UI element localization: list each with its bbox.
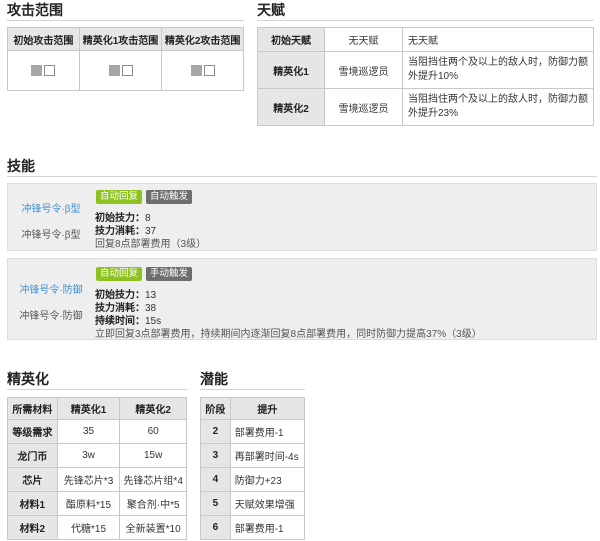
elite-cell: 35	[56, 419, 121, 444]
talent-name-elite1: 雪境巡逻员	[324, 51, 403, 89]
skill-1-description: 回复8点部署费用（3级）	[95, 239, 207, 250]
potential-stage: 4	[200, 467, 231, 492]
range-header-elite1: 精英化1攻击范围	[78, 27, 163, 51]
talent-desc-elite1: 当阻挡住两个及以上的敌人时，防御力额 外提升10%	[402, 51, 594, 89]
range-grid-initial	[7, 50, 80, 91]
elite-row-label: 材料2	[7, 515, 58, 540]
talent-label-elite1: 精英化1	[257, 51, 325, 89]
elite-cell: 60	[119, 419, 187, 444]
potential-stage: 3	[200, 443, 231, 468]
range-cell-self	[190, 64, 202, 76]
attack-range-divider	[7, 20, 244, 21]
skills-divider	[7, 176, 597, 177]
potential-bonus: 天赋效果增强	[229, 491, 306, 516]
elite-cell: 先锋芯片组*4	[119, 467, 187, 492]
potential-table: 阶段 提升 2 部署费用-1 3 再部署时间-4s 4 防御力+23 5 天赋效…	[200, 397, 306, 540]
talent-divider	[257, 20, 594, 21]
skill-2-description: 立即回复3点部署费用，持续期间内逐渐回复8点部署费用，同时防御力提高37%（3级…	[95, 329, 482, 340]
elite-cell: 聚合剂·中*5	[119, 491, 187, 516]
range-grid-elite2	[161, 50, 244, 91]
range-cell-attack	[44, 64, 56, 76]
skill-card-1: 冲锋号令·β型 冲锋号令·β型 自动回复 自动触发 初始技力：8 技力消耗：37…	[7, 183, 597, 251]
skill-1-recovery-badge: 自动回复	[96, 190, 143, 204]
elite-header-materials: 所需材料	[7, 397, 58, 420]
range-grid-elite1	[78, 50, 163, 91]
potential-bonus: 部署费用-1	[229, 419, 306, 444]
elite-cell: 先锋芯片*3	[56, 467, 121, 492]
talent-table: 初始天赋 无天赋 无天赋 精英化1 雪境巡逻员 当阻挡住两个及以上的敌人时，防御…	[257, 27, 594, 126]
talent-name-initial: 无天赋	[324, 27, 403, 52]
talent-name-elite2: 雪境巡逻员	[324, 88, 403, 126]
potential-stage: 5	[200, 491, 231, 516]
elite-header-elite1: 精英化1	[56, 397, 121, 420]
skill-2-link[interactable]: 冲锋号令·防御	[8, 281, 94, 296]
skill-1-link[interactable]: 冲锋号令·β型	[8, 200, 94, 215]
skills-title: 技能	[7, 158, 35, 174]
elite-row-label: 芯片	[7, 467, 58, 492]
attack-range-title: 攻击范围	[7, 2, 63, 18]
potential-bonus: 防御力+23	[229, 467, 306, 492]
elite-row-label: 等级需求	[7, 419, 58, 444]
range-header-elite2: 精英化2攻击范围	[161, 27, 244, 51]
talent-desc-elite2: 当阻挡住两个及以上的敌人时，防御力额 外提升23%	[402, 88, 594, 126]
skill-2-name: 冲锋号令·防御	[19, 311, 83, 322]
potential-header-stage: 阶段	[200, 397, 231, 420]
elite-title: 精英化	[7, 371, 49, 387]
skill-card-2: 冲锋号令·防御 冲锋号令·防御 自动回复 手动触发 初始技力：13 技力消耗：3…	[7, 258, 597, 340]
potential-bonus: 再部署时间-4s	[229, 443, 306, 468]
talent-label-elite2: 精英化2	[257, 88, 325, 126]
potential-stage: 2	[200, 419, 231, 444]
elite-row-label: 材料1	[7, 491, 58, 516]
potential-divider	[200, 389, 305, 390]
elite-cell: 代糖*15	[56, 515, 121, 540]
elite-cell: 15w	[119, 443, 187, 468]
range-cell-self	[31, 64, 43, 76]
skill-2-trigger-badge: 手动触发	[146, 267, 193, 281]
talent-title: 天赋	[257, 2, 285, 18]
elite-table: 所需材料 精英化1 精英化2 等级需求 35 60 龙门币 3w 15w 芯片 …	[7, 397, 187, 540]
potential-title: 潜能	[200, 371, 228, 387]
range-cell-attack	[203, 64, 215, 76]
attack-range-table: 初始攻击范围 精英化1攻击范围 精英化2攻击范围	[7, 27, 244, 91]
elite-header-elite2: 精英化2	[119, 397, 187, 420]
elite-row-label: 龙门币	[7, 443, 58, 468]
potential-bonus: 部署费用-1	[229, 515, 306, 540]
skill-1-name: 冲锋号令·β型	[21, 230, 81, 241]
elite-cell: 3w	[56, 443, 121, 468]
potential-stage: 6	[200, 515, 231, 540]
potential-header-bonus: 提升	[229, 397, 306, 420]
skill-2-recovery-badge: 自动回复	[96, 267, 143, 281]
talent-desc-initial: 无天赋	[402, 27, 594, 52]
talent-label-initial: 初始天赋	[257, 27, 325, 52]
elite-cell: 全新装置*10	[119, 515, 187, 540]
skill-1-trigger-badge: 自动触发	[146, 190, 193, 204]
range-header-initial: 初始攻击范围	[7, 27, 80, 51]
elite-divider	[7, 389, 187, 390]
range-cell-self	[108, 64, 120, 76]
range-cell-attack	[121, 64, 133, 76]
elite-cell: 酯原料*15	[56, 491, 121, 516]
